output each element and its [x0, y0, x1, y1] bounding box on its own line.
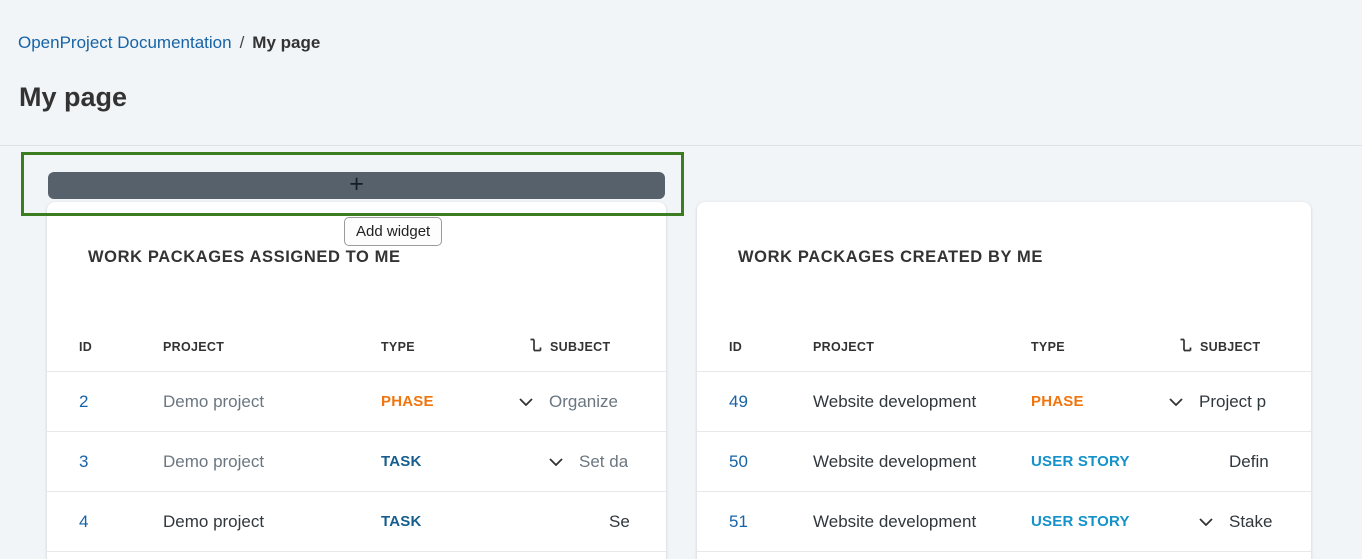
column-header-project[interactable]: PROJECT	[813, 340, 1031, 354]
plus-icon: +	[349, 172, 364, 197]
subject-header-label: SUBJECT	[550, 340, 610, 354]
table-row: 51 Website development USER STORY Stake	[697, 492, 1311, 552]
breadcrumb-current: My page	[252, 33, 320, 53]
work-package-id-link[interactable]: 50	[729, 452, 748, 471]
table-row: 49 Website development PHASE Project p	[697, 372, 1311, 432]
work-package-table: ID PROJECT TYPE SUBJECT 2 Demo project P…	[47, 322, 666, 552]
table-header-row: ID PROJECT TYPE SUBJECT	[697, 322, 1311, 372]
chevron-down-icon[interactable]	[1169, 398, 1199, 406]
table-header-row: ID PROJECT TYPE SUBJECT	[47, 322, 666, 372]
hierarchy-icon	[529, 338, 542, 355]
type-cell: TASK	[381, 513, 519, 530]
subject-cell: Se	[609, 512, 630, 532]
widget-title: WORK PACKAGES ASSIGNED TO ME	[88, 248, 401, 267]
chevron-down-icon[interactable]	[1199, 518, 1229, 526]
table-row: 50 Website development USER STORY Defin	[697, 432, 1311, 492]
project-cell: Website development	[813, 452, 1031, 472]
column-header-type[interactable]: TYPE	[381, 340, 519, 354]
column-header-id[interactable]: ID	[79, 340, 163, 354]
table-row: 4 Demo project TASK Se	[47, 492, 666, 552]
add-widget-tooltip: Add widget	[344, 217, 442, 246]
subject-cell: Project p	[1199, 392, 1266, 412]
widget-assigned-to-me: WORK PACKAGES ASSIGNED TO ME ID PROJECT …	[47, 202, 666, 559]
type-cell: USER STORY	[1031, 513, 1169, 530]
project-cell: Demo project	[163, 452, 381, 472]
column-header-subject[interactable]: SUBJECT	[1169, 338, 1311, 355]
breadcrumb-separator: /	[240, 33, 245, 53]
chevron-down-icon[interactable]	[519, 398, 549, 406]
subject-cell: Organize	[549, 392, 618, 412]
work-package-id-link[interactable]: 2	[79, 392, 88, 411]
type-cell: TASK	[381, 453, 519, 470]
breadcrumb-link-project[interactable]: OpenProject Documentation	[18, 33, 232, 53]
work-package-table: ID PROJECT TYPE SUBJECT 49 Website devel…	[697, 322, 1311, 552]
work-package-id-link[interactable]: 51	[729, 512, 748, 531]
work-package-id-link[interactable]: 3	[79, 452, 88, 471]
type-cell: USER STORY	[1031, 453, 1169, 470]
widget-created-by-me: WORK PACKAGES CREATED BY ME ID PROJECT T…	[697, 202, 1311, 559]
hierarchy-icon	[1179, 338, 1192, 355]
column-header-project[interactable]: PROJECT	[163, 340, 381, 354]
add-widget-button[interactable]: +	[48, 172, 665, 199]
project-cell: Demo project	[163, 392, 381, 412]
page-title: My page	[19, 82, 127, 113]
subject-header-label: SUBJECT	[1200, 340, 1260, 354]
project-cell: Demo project	[163, 512, 381, 532]
work-package-id-link[interactable]: 4	[79, 512, 88, 531]
type-cell: PHASE	[381, 393, 519, 410]
title-divider	[0, 145, 1362, 146]
chevron-down-icon[interactable]	[549, 458, 579, 466]
column-header-id[interactable]: ID	[729, 340, 813, 354]
table-row: 2 Demo project PHASE Organize	[47, 372, 666, 432]
work-package-id-link[interactable]: 49	[729, 392, 748, 411]
widget-title: WORK PACKAGES CREATED BY ME	[738, 248, 1043, 267]
type-cell: PHASE	[1031, 393, 1169, 410]
subject-cell: Set da	[579, 452, 628, 472]
breadcrumb: OpenProject Documentation / My page	[18, 33, 320, 53]
subject-cell: Defin	[1229, 452, 1269, 472]
column-header-type[interactable]: TYPE	[1031, 340, 1169, 354]
column-header-subject[interactable]: SUBJECT	[519, 338, 666, 355]
project-cell: Website development	[813, 392, 1031, 412]
table-row: 3 Demo project TASK Set da	[47, 432, 666, 492]
project-cell: Website development	[813, 512, 1031, 532]
subject-cell: Stake	[1229, 512, 1272, 532]
